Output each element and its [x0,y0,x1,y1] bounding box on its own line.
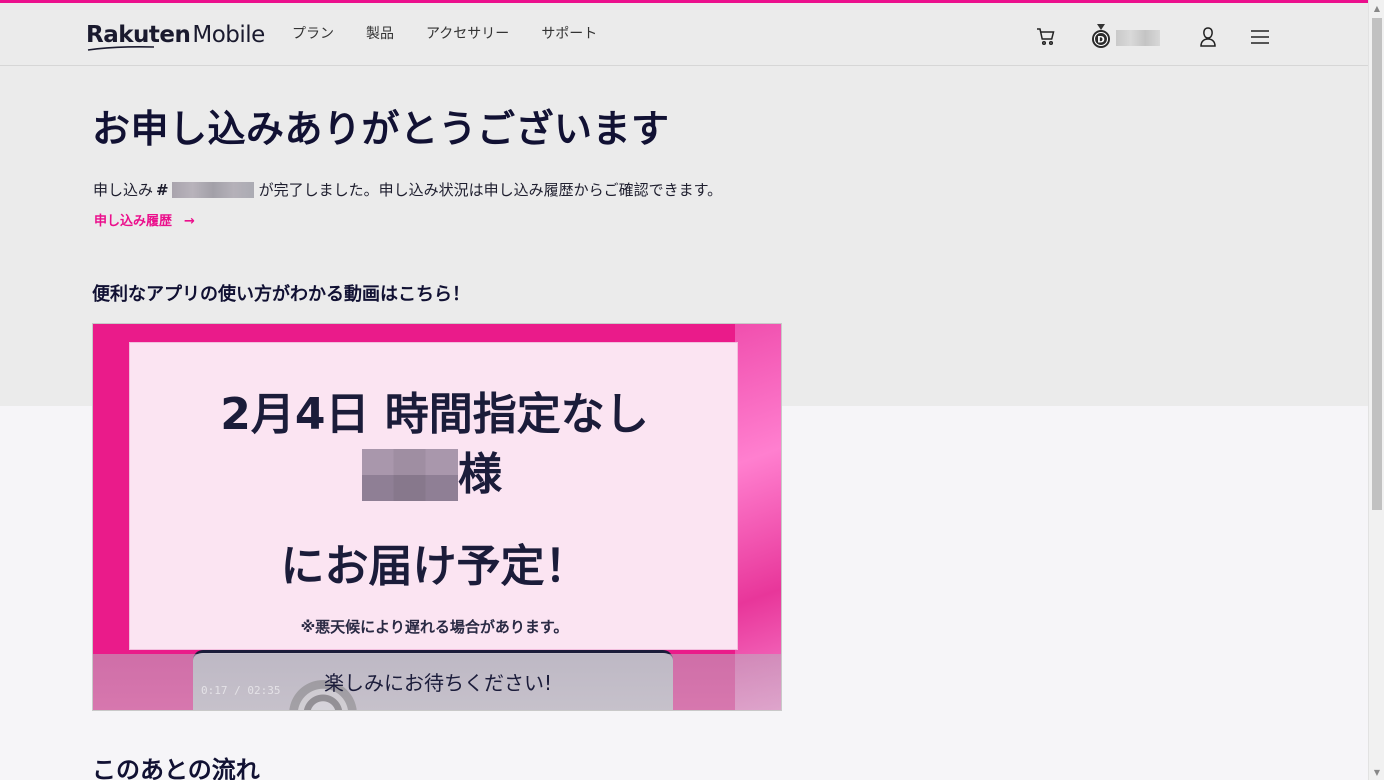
account-icon[interactable] [1196,25,1220,49]
delivery-schedule: にお届け予定！ [280,541,589,592]
username-redacted [1116,30,1160,46]
page: RakutenMobile プラン 製品 アクセサリー サポート D お申し込み… [0,0,1384,780]
nav-products[interactable]: 製品 [366,25,394,43]
arrow-right-icon: → [184,214,195,229]
recipient-name-redacted [362,449,458,501]
logo-product: Mobile [192,22,265,48]
medal-icon[interactable]: D [1090,23,1112,51]
order-history-label: 申し込み履歴 [94,214,173,229]
delivery-date: 2月4日 時間指定なし [220,389,649,440]
order-history-link[interactable]: 申し込み履歴 → [94,213,195,231]
video-decoration [735,324,781,710]
honorific: 様 [458,449,502,500]
cart-icon[interactable] [1034,25,1058,49]
nav-plan[interactable]: プラン [292,25,334,43]
order-label: 申し込み [93,181,154,199]
video-section-heading: 便利なアプリの使い方がわかる動画はこちら！ [92,284,470,305]
recipient-row: 様 [362,449,502,501]
main-nav: プラン 製品 アクセサリー サポート [292,25,629,43]
site-header: RakutenMobile プラン 製品 アクセサリー サポート D [0,3,1368,66]
video-caption: 楽しみにお待ちください! [323,671,553,695]
menu-icon[interactable] [1248,25,1272,49]
scroll-down-icon[interactable]: ▼ [1369,764,1384,780]
delivery-card: 2月4日 時間指定なし 様 にお届け予定！ ※悪天候により遅れる場合があります。 [129,342,738,650]
nav-accessories[interactable]: アクセサリー [426,25,509,43]
status-text: が完了しました。申し込み状況は申し込み履歴からご確認できます。 [258,181,723,199]
order-number-redacted [171,182,254,198]
video-player[interactable]: 2月4日 時間指定なし 様 にお届け予定！ ※悪天候により遅れる場合があります。… [92,323,782,711]
rakuten-mobile-logo[interactable]: RakutenMobile [86,21,265,51]
page-title: お申し込みありがとうございます [92,107,670,151]
next-steps-heading: このあとの流れ [92,756,260,780]
scroll-thumb[interactable] [1372,18,1382,510]
svg-text:D: D [1097,36,1104,46]
weather-note: ※悪天候により遅れる場合があります。 [300,618,569,636]
scroll-up-icon[interactable]: ▲ [1369,0,1384,16]
order-hash: # [156,181,169,199]
nav-support[interactable]: サポート [541,25,597,43]
logo-swoosh-icon [87,46,155,51]
order-status-message: 申し込み # が完了しました。申し込み状況は申し込み履歴からご確認できます。 [93,180,722,200]
vertical-scrollbar[interactable]: ▲ ▼ [1368,0,1384,780]
